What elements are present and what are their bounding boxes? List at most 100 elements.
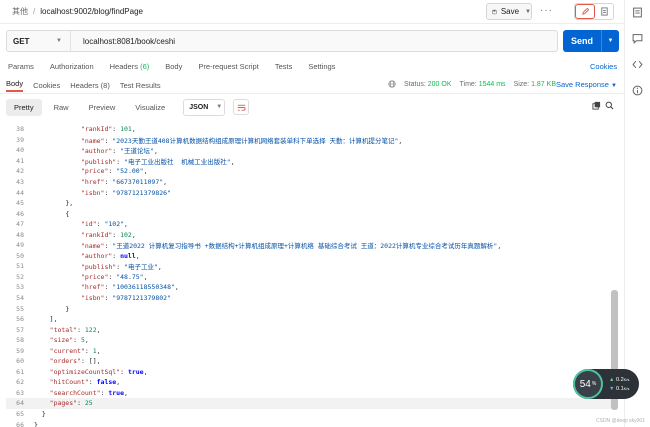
response-body-code[interactable]: 38 "rankId": 101, 39 "name": "2023天勤王道408…	[6, 124, 618, 427]
code-token: },	[65, 199, 74, 208]
code-token: ],	[49, 315, 58, 324]
line-number: 63	[16, 388, 24, 397]
method-select[interactable]: GET ▼	[7, 31, 71, 51]
code-token: ,	[143, 367, 148, 376]
code-token: ,	[135, 251, 140, 260]
response-tab-headers[interactable]: Headers (8)	[70, 81, 110, 90]
code-token: "href"	[80, 283, 105, 292]
download-arrow-icon: ▼	[609, 385, 615, 392]
code-token: ,	[131, 230, 136, 239]
response-tab-body[interactable]: Body	[6, 79, 24, 92]
wrap-lines-button[interactable]	[233, 99, 250, 115]
pencil-icon	[581, 7, 589, 15]
code-token: 25	[84, 399, 93, 408]
code-token: false	[96, 378, 117, 387]
chevron-down-icon: ▼	[56, 38, 62, 44]
format-label: JSON	[189, 103, 209, 111]
tab-authorization[interactable]: Authorization	[50, 62, 94, 71]
cookies-link[interactable]: Cookies	[590, 62, 617, 71]
copy-icon[interactable]	[592, 101, 601, 110]
code-token: "9787121379802"	[112, 294, 171, 303]
right-sidebar	[624, 0, 650, 427]
tab-settings[interactable]: Settings	[308, 62, 335, 71]
save-button[interactable]: Save ▼	[486, 3, 532, 20]
code-token: "href"	[80, 178, 105, 186]
view-raw[interactable]: Raw	[46, 99, 77, 116]
documentation-icon[interactable]	[632, 7, 643, 18]
code-token: :	[116, 263, 125, 272]
code-token: "电子工业出版社 机械工业出版社"	[124, 157, 231, 166]
code-token: ,	[96, 346, 101, 355]
tab-params[interactable]: Params	[8, 62, 34, 71]
code-line: 58 "size": 5,	[6, 335, 618, 346]
more-options-icon[interactable]: ···	[540, 5, 553, 16]
code-text: "author": null,	[28, 252, 140, 260]
body-toolbar: Pretty Raw Preview Visualize JSON ▼	[6, 97, 616, 117]
save-response-button[interactable]: Save Response ▼	[556, 80, 617, 89]
line-number: 44	[16, 188, 24, 197]
tab-pre-request-script[interactable]: Pre-request Script	[198, 62, 258, 71]
code-line: 56 ],	[6, 314, 618, 325]
chevron-down-icon: ▼	[216, 104, 223, 110]
view-visualize[interactable]: Visualize	[127, 99, 173, 116]
comments-icon[interactable]	[632, 33, 643, 44]
code-text: "href": "10036118550348",	[28, 283, 179, 291]
response-tab-cookies[interactable]: Cookies	[33, 81, 60, 90]
edit-pencil-button[interactable]	[575, 4, 595, 19]
url-input[interactable]	[71, 36, 541, 46]
code-token: "name"	[80, 136, 105, 145]
code-token: "optimizeCountSql"	[49, 367, 121, 376]
code-token: "publish"	[80, 157, 117, 166]
search-icon[interactable]	[605, 101, 614, 110]
line-number: 53	[16, 283, 24, 292]
code-text: "rankId": 101,	[28, 125, 136, 133]
code-snippet-icon[interactable]	[632, 59, 643, 70]
tab-tests[interactable]: Tests	[275, 62, 293, 71]
code-token: ,	[153, 147, 158, 156]
send-options-chevron-icon[interactable]: ▼	[601, 30, 619, 52]
view-pretty[interactable]: Pretty	[6, 98, 42, 116]
tab-headers[interactable]: Headers (6)	[110, 62, 150, 71]
code-token: :	[116, 157, 125, 166]
line-number: 52	[16, 272, 24, 281]
network-monitor-widget[interactable]: 54% ▲ 0.2K/s ▼ 0.1K/s	[573, 369, 639, 399]
code-token: ,	[124, 220, 128, 229]
code-text: "isbn": "9787121379826"	[28, 189, 171, 197]
format-select[interactable]: JSON ▼	[183, 98, 226, 116]
docs-view-button[interactable]	[595, 4, 613, 19]
globe-icon[interactable]	[388, 80, 396, 88]
code-text: "publish": "电子工业出版社 机械工业出版社",	[28, 156, 235, 166]
info-icon[interactable]	[632, 85, 643, 96]
code-token: ,	[497, 242, 502, 251]
edit-mode-toggle	[574, 3, 614, 20]
method-label: GET	[13, 36, 30, 46]
send-button[interactable]: Send ▼	[563, 30, 619, 52]
download-rate: 0.1	[615, 385, 624, 392]
tab-body[interactable]: Body	[165, 62, 182, 71]
line-number: 40	[16, 146, 24, 155]
code-token: "2023天勤王道408计算机数据结构组成原理计算机网络套装单科下单选择 天勤：…	[112, 136, 399, 145]
code-line: 52 "price": "48.75",	[6, 272, 618, 283]
code-line: 44 "isbn": "9787121379826"	[6, 187, 618, 198]
code-text: "name": "王道2022 计算机复习指导书 +数据结构+计算机组成原理+计…	[28, 240, 501, 250]
cpu-dial: 54%	[573, 369, 603, 399]
cpu-percent: 54	[579, 378, 591, 390]
document-icon	[600, 7, 608, 16]
code-line: 38 "rankId": 101,	[6, 124, 618, 135]
code-token: 102	[120, 230, 132, 239]
save-icon	[492, 9, 497, 14]
response-tab-test-results[interactable]: Test Results	[120, 81, 161, 90]
code-line: 43 "href": "66737011097",	[6, 177, 618, 188]
code-token: "searchCount"	[49, 388, 101, 397]
status-code: 200 OK	[427, 80, 452, 88]
breadcrumb-parent[interactable]: 其他	[12, 6, 28, 17]
view-preview[interactable]: Preview	[81, 99, 124, 116]
breadcrumb-current[interactable]: localhost:9002/blog/findPage	[40, 7, 143, 16]
code-token: "size"	[49, 336, 74, 345]
